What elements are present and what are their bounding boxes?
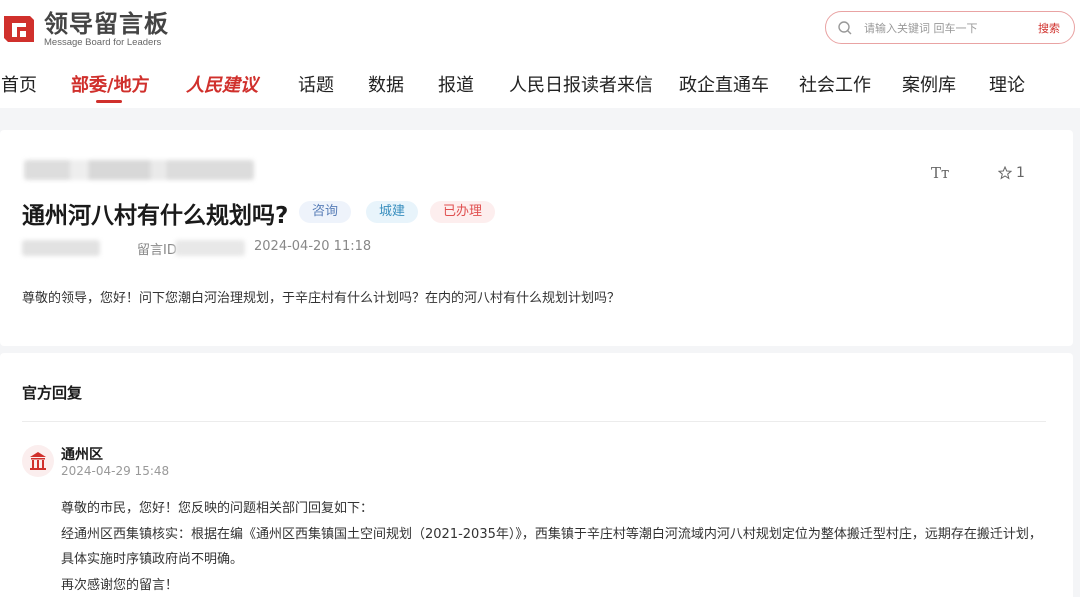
- main-nav: 首页 部委/地方 人民建议 话题 数据 报道 人民日报读者来信 政企直通车 社会…: [0, 60, 1080, 104]
- nav-reports[interactable]: 报道: [438, 71, 474, 97]
- author-redacted: [22, 240, 100, 256]
- message-body: 尊敬的领导，您好！问下您潮白河治理规划，于辛庄村有什么计划吗？在内的河八村有什么…: [22, 291, 621, 306]
- breadcrumb-redacted: [24, 160, 254, 180]
- nav-government-enterprise[interactable]: 政企直通车: [679, 71, 769, 97]
- official-reply-card: 官方回复 通州区 2024-04-29 15:48 尊敬的市民，您好！您反映的问…: [0, 353, 1073, 597]
- nav-topics[interactable]: 话题: [298, 71, 334, 97]
- nav-data[interactable]: 数据: [368, 71, 404, 97]
- message-id-redacted: [175, 240, 245, 256]
- font-size-toggle-icon[interactable]: Tт: [931, 164, 949, 182]
- tag-status-handled: 已办理: [430, 201, 496, 223]
- message-id-label: 留言ID: [137, 243, 177, 258]
- reply-line: 具体实施时序镇政府尚不明确。: [61, 552, 244, 567]
- message-card: 通州河八村有什么规划吗? 咨询 城建 已办理 留言ID 2024-04-20 1…: [0, 130, 1073, 346]
- nav-theory[interactable]: 理论: [989, 71, 1025, 97]
- search-box[interactable]: 请输入关键词 回车一下 搜索: [825, 11, 1075, 44]
- favorite-count: 1: [1016, 165, 1025, 181]
- divider: [22, 421, 1046, 422]
- message-title: 通州河八村有什么规划吗?: [22, 203, 289, 229]
- government-building-icon: [22, 445, 54, 477]
- logo-subtitle: Message Board for Leaders: [44, 36, 162, 48]
- reply-section-title: 官方回复: [22, 384, 83, 402]
- nav-social-work[interactable]: 社会工作: [799, 71, 871, 97]
- reply-line: 尊敬的市民，您好！您反映的问题相关部门回复如下：: [61, 501, 374, 516]
- reply-date: 2024-04-29 15:48: [61, 464, 170, 478]
- search-input[interactable]: 请输入关键词 回车一下: [864, 20, 978, 36]
- message-date: 2024-04-20 11:18: [254, 239, 372, 254]
- search-button[interactable]: 搜索: [1038, 20, 1060, 36]
- site-logo[interactable]: 领导留言板 Message Board for Leaders: [0, 8, 169, 50]
- tag-consult: 咨询: [299, 201, 352, 223]
- reply-line: 经通州区西集镇核实：根据在编《通州区西集镇国土空间规划（2021-2035年）》…: [61, 527, 1042, 542]
- logo-title: 领导留言板: [44, 9, 169, 38]
- favorite-button[interactable]: 1: [998, 165, 1025, 181]
- tag-urban-construction: 城建: [366, 201, 419, 223]
- nav-people-suggestions[interactable]: 人民建议: [186, 71, 258, 97]
- top-header: 领导留言板 Message Board for Leaders 请输入关键词 回…: [0, 0, 1080, 108]
- nav-case-library[interactable]: 案例库: [902, 71, 956, 97]
- reply-org-name: 通州区: [61, 447, 103, 463]
- nav-home[interactable]: 首页: [1, 71, 37, 97]
- star-icon: [998, 166, 1012, 180]
- logo-mark-icon: [0, 10, 38, 48]
- nav-ministries-local[interactable]: 部委/地方: [71, 71, 150, 97]
- reply-line: 再次感谢您的留言！: [61, 578, 179, 593]
- nav-active-indicator: [96, 100, 122, 103]
- search-icon: [837, 20, 853, 36]
- nav-reader-letters[interactable]: 人民日报读者来信: [509, 71, 653, 97]
